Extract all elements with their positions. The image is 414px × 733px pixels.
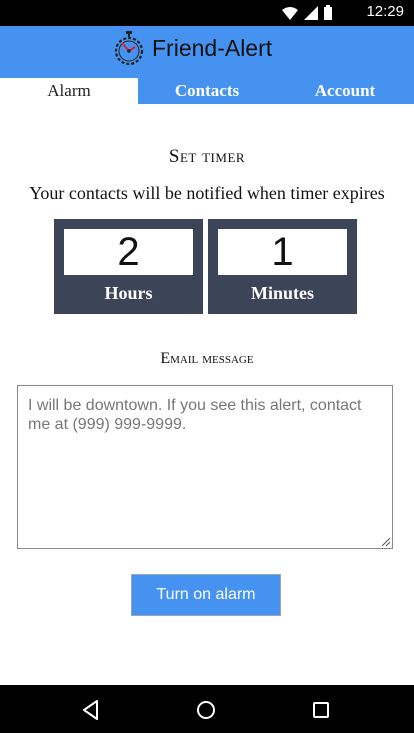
wifi-icon — [282, 6, 298, 20]
turn-on-alarm-button[interactable]: Turn on alarm — [131, 574, 281, 616]
tab-alarm[interactable]: Alarm — [0, 78, 138, 104]
status-bar: 12:29 — [0, 0, 414, 26]
tab-bar: Alarm Contacts Account — [0, 78, 414, 104]
tab-contacts[interactable]: Contacts — [138, 78, 276, 104]
email-message-label: Email message — [160, 350, 254, 367]
signal-icon — [304, 5, 318, 20]
status-icons — [282, 5, 332, 20]
hours-panel: 2 Hours — [54, 219, 203, 314]
hours-input[interactable]: 2 — [64, 229, 193, 275]
status-time: 12:29 — [366, 3, 404, 20]
stopwatch-icon — [114, 31, 144, 66]
recent-apps-icon[interactable] — [308, 697, 334, 723]
system-nav-bar — [0, 685, 414, 733]
minutes-label: Minutes — [251, 283, 314, 303]
home-icon[interactable] — [193, 697, 219, 723]
minutes-input[interactable]: 1 — [218, 229, 347, 275]
resize-handle-icon[interactable] — [382, 538, 390, 546]
set-timer-heading: Set timer — [168, 146, 246, 167]
back-icon[interactable] — [78, 697, 104, 723]
battery-icon — [324, 5, 332, 20]
hours-label: Hours — [104, 283, 153, 303]
app-title: Friend-Alert — [152, 34, 273, 61]
minutes-panel: 1 Minutes — [208, 219, 357, 314]
email-message-text: I will be downtown. If you see this aler… — [28, 397, 362, 433]
app-header: Friend-Alert — [0, 26, 414, 78]
timer-subtitle: Your contacts will be notified when time… — [29, 183, 385, 203]
tab-account[interactable]: Account — [276, 78, 414, 104]
email-message-field[interactable]: I will be downtown. If you see this aler… — [17, 385, 393, 549]
app-brand: Friend-Alert — [112, 30, 272, 66]
